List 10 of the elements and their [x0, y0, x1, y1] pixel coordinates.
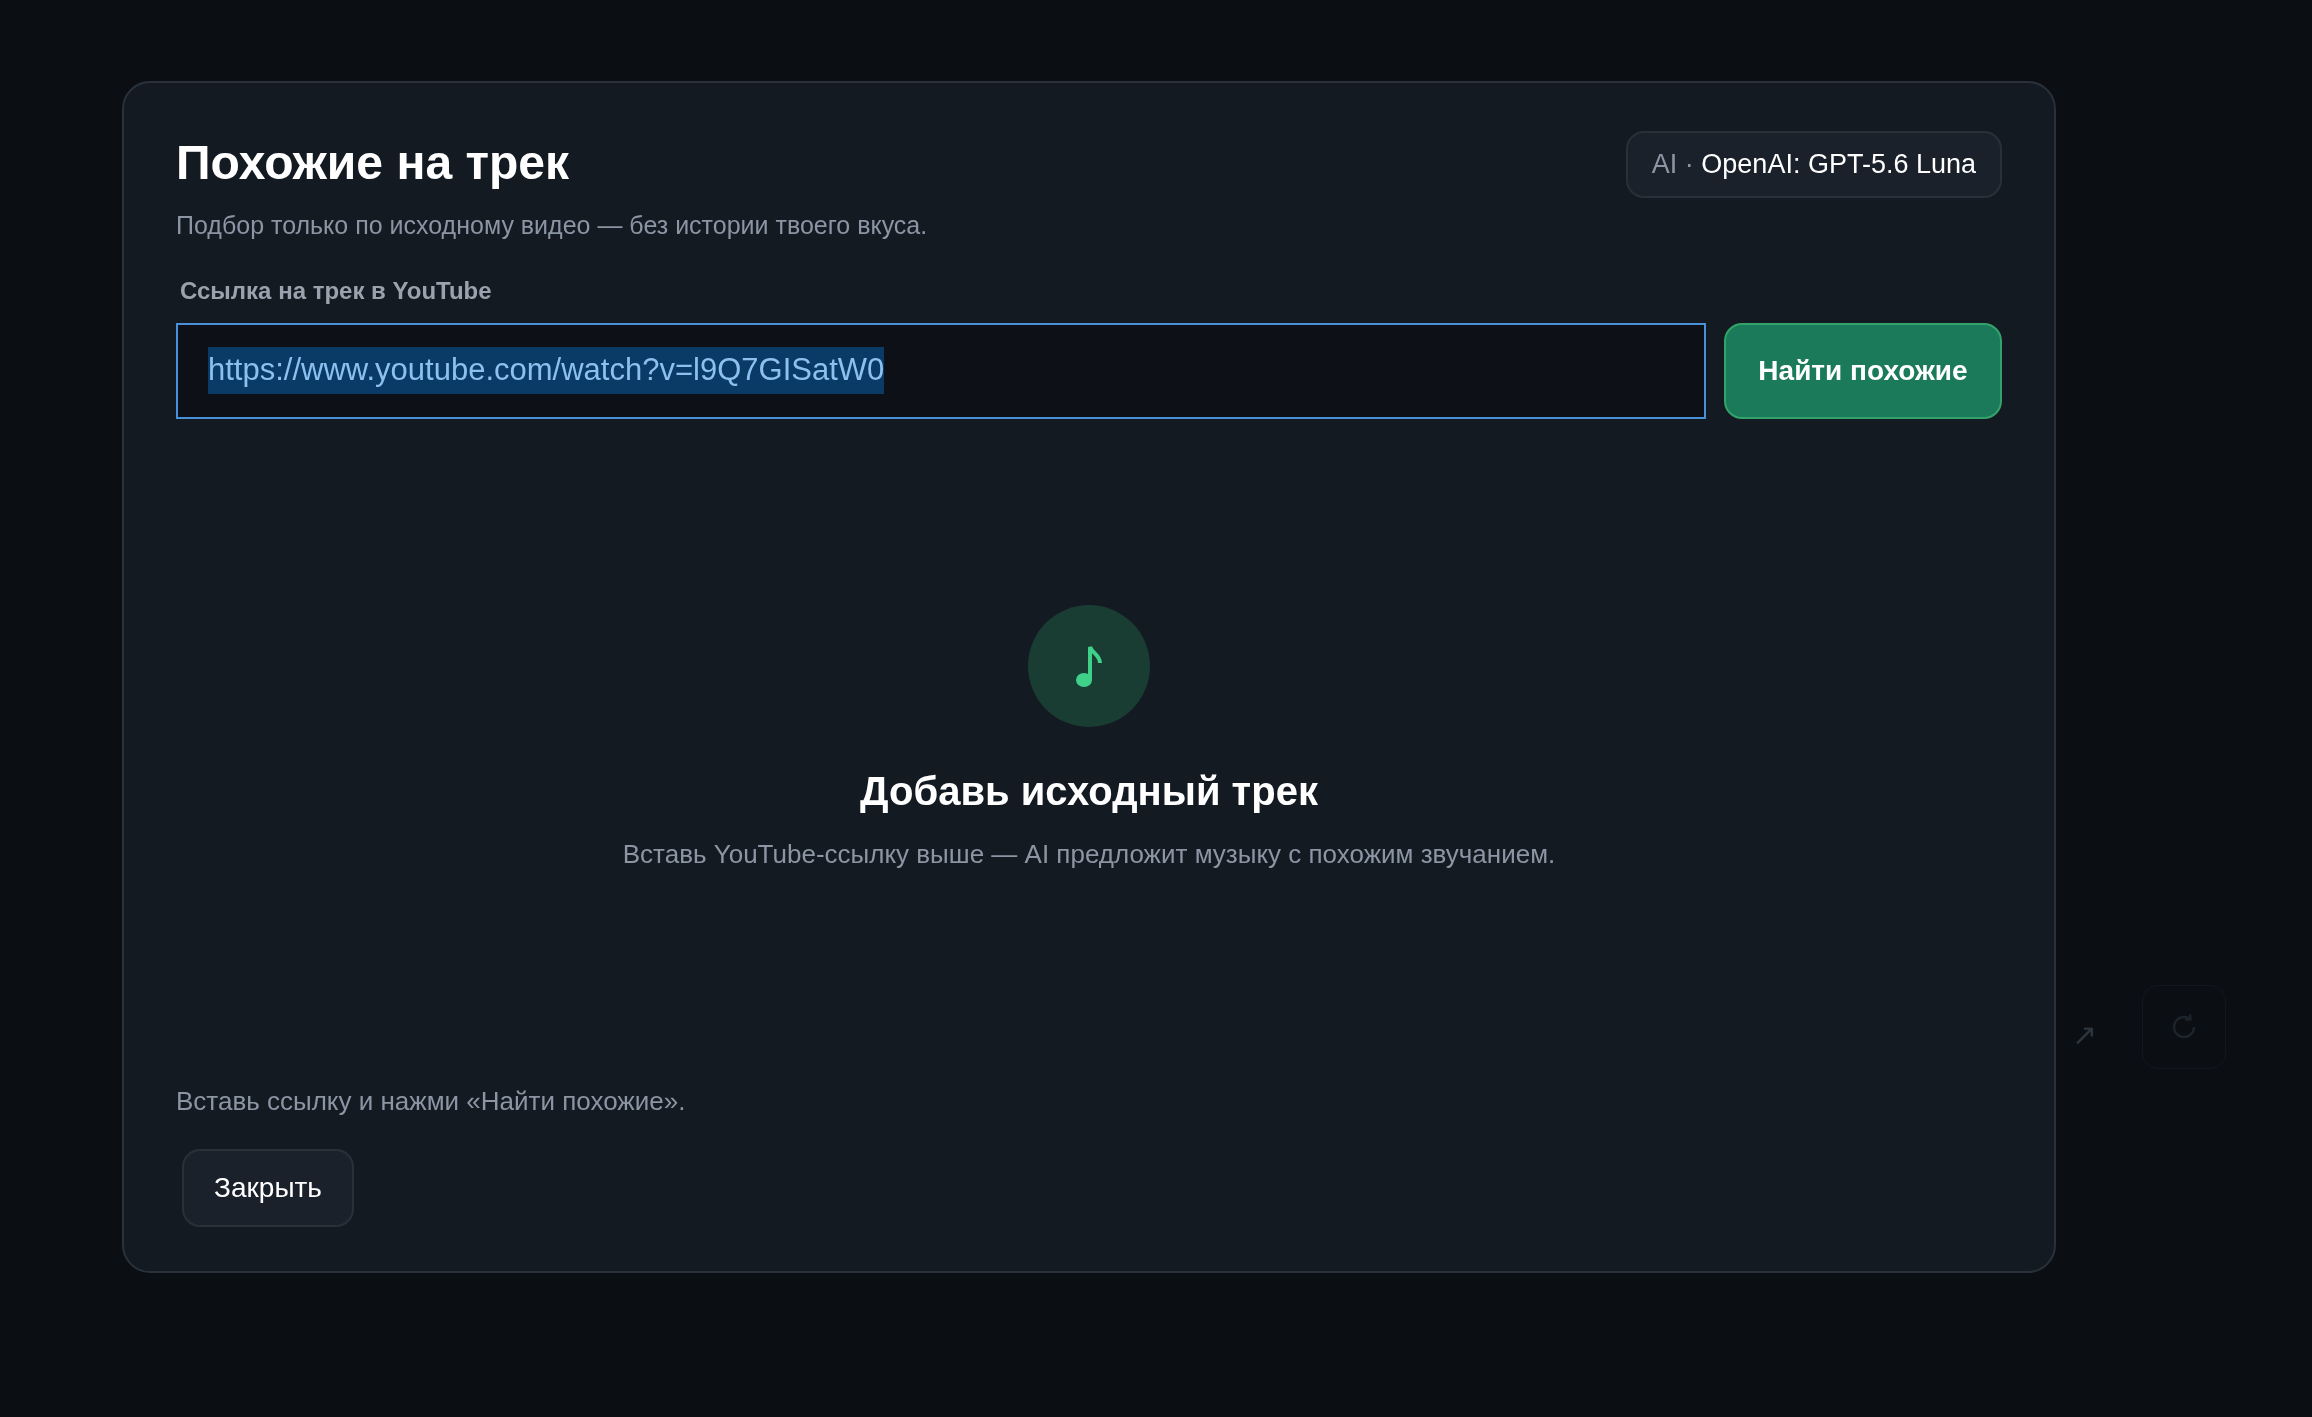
empty-state-title: Добавь исходный трек [860, 767, 1318, 815]
search-button[interactable]: Найти похожие [1724, 322, 2002, 419]
model-badge: AI · OpenAI: GPT-5.6 Luna [1625, 131, 2002, 198]
empty-state-text: Вставь YouTube-ссылку выше — AI предложит музыку с похожим звучанием. [622, 837, 1556, 871]
field-label: Ссылка на трек в YouTube [180, 275, 493, 306]
close-button[interactable]: Закрыть [182, 1149, 354, 1227]
dialog-subtitle: Подбор только по исходному видео — без истории твоего вкуса. [176, 210, 928, 241]
url-input-field[interactable]: https://www.youtube.com/watch?v=l9Q7GISatW0 [176, 322, 1706, 419]
dialog-title: Похожие на трек [176, 135, 570, 191]
hint-text: Вставь ссылку и нажми «Найти похожие». [176, 1085, 687, 1118]
